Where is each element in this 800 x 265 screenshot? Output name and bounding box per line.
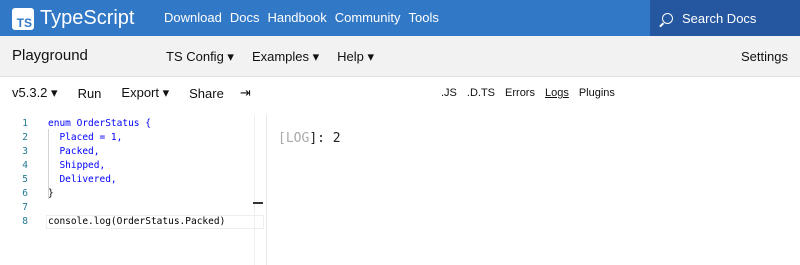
line-number: 2 [22, 132, 28, 143]
line-number: 7 [22, 202, 28, 213]
code-text: Shipped, [48, 160, 106, 171]
code-text: } [48, 188, 54, 199]
search-label: Search Docs [682, 10, 757, 26]
help-menu[interactable]: Help ▾ [337, 49, 374, 65]
playground-bar: Playground TS Config ▾ Examples ▾ Help ▾… [0, 36, 800, 77]
version-select[interactable]: v5.3.2 ▾ [12, 85, 58, 101]
run-button[interactable]: Run [78, 86, 102, 101]
log-tag: LOG [285, 131, 310, 146]
tab-js[interactable]: .JS [441, 87, 457, 99]
tab-plugins[interactable]: Plugins [579, 87, 615, 99]
code-line: 6 } [0, 188, 266, 202]
line-number: 1 [22, 118, 28, 129]
logo-text: TypeScript [40, 7, 135, 29]
code-line: 4 Shipped, [0, 160, 266, 174]
output-tabs: .JS .D.TS Errors Logs Plugins [441, 87, 625, 99]
share-button[interactable]: Share [189, 86, 224, 101]
nav-link-docs[interactable]: Docs [230, 10, 260, 25]
code-text: enum OrderStatus { [48, 118, 151, 129]
tab-logs[interactable]: Logs [545, 87, 569, 99]
toolbar-actions: v5.3.2 ▾ Run Export ▾ Share ⇥ [12, 85, 251, 101]
toggle-sidebar-icon[interactable]: ⇥ [240, 85, 251, 101]
editor-toolbar: v5.3.2 ▾ Run Export ▾ Share ⇥ .JS .D.TS … [0, 77, 800, 115]
code-text: Delivered, [48, 174, 117, 185]
nav-link-community[interactable]: Community [335, 10, 401, 25]
code-line: 8 console.log(OrderStatus.Packed) [0, 216, 266, 230]
nav-links: Download Docs Handbook Community Tools [164, 10, 447, 25]
line-number: 3 [22, 146, 28, 157]
export-menu[interactable]: Export ▾ [121, 85, 169, 101]
code-text: Placed = 1, [48, 132, 123, 143]
top-navigation: TS TypeScript Download Docs Handbook Com… [0, 0, 800, 36]
scrollbar-marker [253, 202, 263, 204]
line-number: 6 [22, 188, 28, 199]
page-title: Playground [12, 47, 88, 64]
log-value: 2 [332, 131, 341, 146]
nav-link-handbook[interactable]: Handbook [267, 10, 326, 25]
code-line: 7 [0, 202, 266, 216]
code-line: 3 Packed, [0, 146, 266, 160]
settings-link[interactable]: Settings [741, 49, 788, 64]
nav-link-tools[interactable]: Tools [408, 10, 438, 25]
log-output: [LOG]: 2 [278, 131, 341, 146]
search-icon [662, 12, 673, 24]
playground-menus: TS Config ▾ Examples ▾ Help ▾ [166, 49, 392, 65]
line-number: 4 [22, 160, 28, 171]
code-text: Packed, [48, 146, 100, 157]
nav-link-download[interactable]: Download [164, 10, 222, 25]
ts-logo-icon: TS [12, 7, 34, 30]
code-line: 2 Placed = 1, [0, 132, 266, 146]
typescript-logo[interactable]: TS TypeScript [12, 7, 134, 30]
log-bracket: [ [278, 131, 286, 146]
code-line: 1 enum OrderStatus { [0, 118, 266, 132]
code-line: 5 Delivered, [0, 174, 266, 188]
line-number: 5 [22, 174, 28, 185]
code-editor[interactable]: 1 enum OrderStatus { 2 Placed = 1, 3 Pac… [0, 115, 267, 265]
examples-menu[interactable]: Examples ▾ [252, 49, 319, 65]
ts-config-menu[interactable]: TS Config ▾ [166, 49, 234, 65]
tab-dts[interactable]: .D.TS [467, 87, 495, 99]
line-number: 8 [22, 216, 28, 227]
tab-errors[interactable]: Errors [505, 87, 535, 99]
editor-scrollbar[interactable] [254, 115, 263, 265]
search-docs-button[interactable]: Search Docs [650, 0, 800, 36]
code-text: console.log(OrderStatus.Packed) [48, 216, 226, 227]
log-separator: ]: [309, 131, 333, 146]
